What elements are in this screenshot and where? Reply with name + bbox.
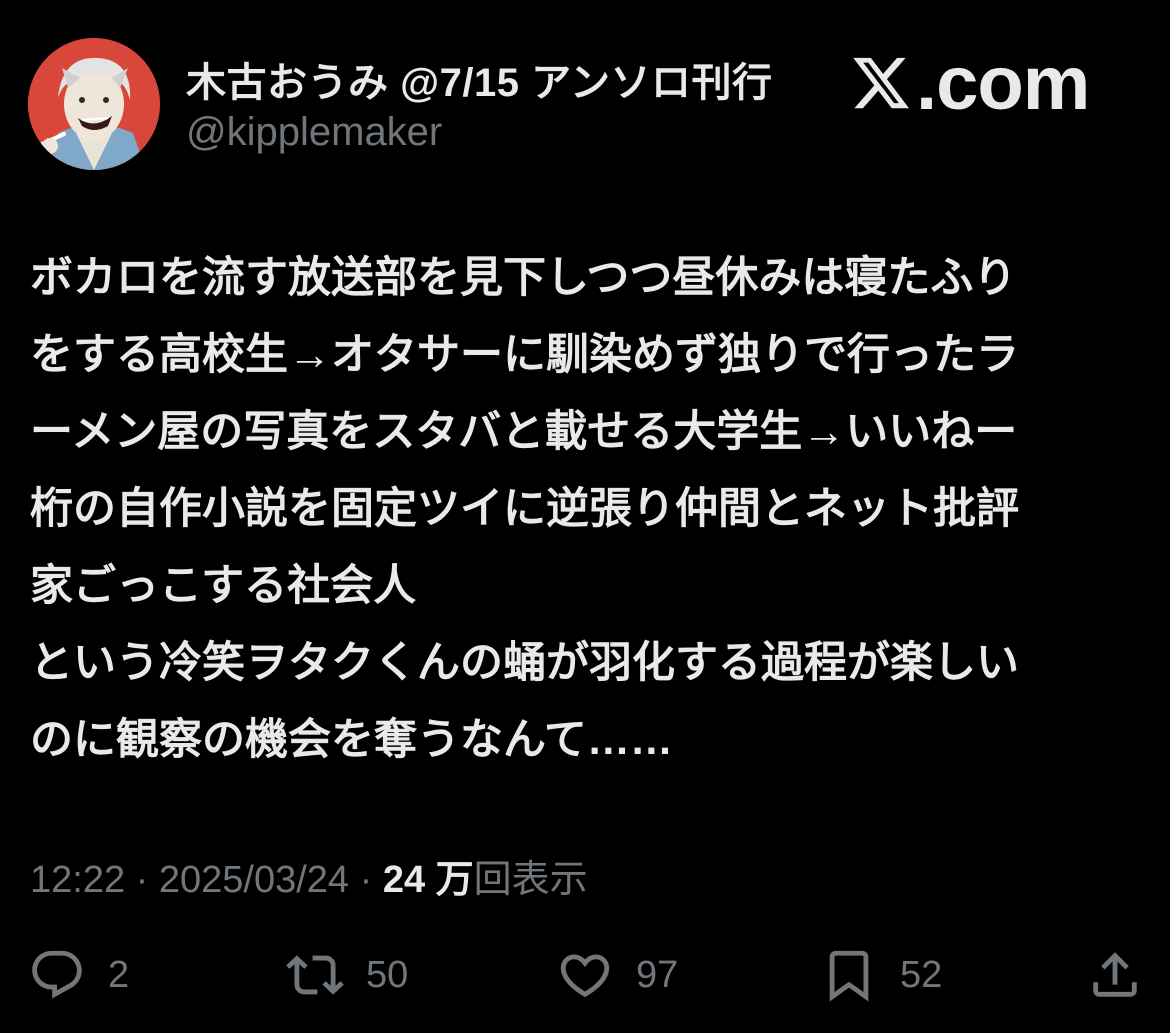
tweet-time[interactable]: 12:22 bbox=[30, 859, 125, 901]
tweet-metadata: 12:22 · 2025/03/24 · 24 万回表示 bbox=[30, 848, 588, 903]
tweet-text-line: という冷笑ヲタクくんの蛹が羽化する過程が楽しい bbox=[30, 639, 1019, 687]
tweet-text: ボカロを流す放送部を見下しつつ昼休みは寝たふり をする高校生→オタサーに馴染めず… bbox=[30, 240, 1140, 779]
reply-count: 2 bbox=[108, 953, 130, 996]
like-button[interactable]: 97 bbox=[556, 940, 678, 1010]
avatar-image bbox=[28, 38, 160, 170]
x-logo-icon bbox=[853, 57, 909, 109]
x-brand-watermark: .com bbox=[850, 38, 1090, 128]
tweet-date[interactable]: 2025/03/24 bbox=[159, 859, 349, 901]
share-button[interactable] bbox=[1086, 940, 1144, 1010]
reply-button[interactable]: 2 bbox=[28, 940, 129, 1010]
reply-icon bbox=[32, 950, 82, 999]
like-count: 97 bbox=[636, 953, 679, 996]
tweet-text-line: をする高校生→オタサーに馴染めず独りで行ったラ bbox=[30, 331, 1019, 379]
retweet-button[interactable]: 50 bbox=[286, 940, 408, 1010]
brand-domain-text: .com bbox=[916, 40, 1090, 126]
views-label: 回表示 bbox=[473, 859, 588, 901]
views-count[interactable]: 24 万 bbox=[383, 859, 474, 901]
tweet-text-line: ーメン屋の写真をスタバと載せる大学生→いいねー bbox=[30, 408, 1018, 456]
bookmark-icon bbox=[829, 950, 869, 1002]
bookmark-button[interactable]: 52 bbox=[820, 940, 942, 1010]
retweet-count: 50 bbox=[366, 953, 409, 996]
retweet-icon bbox=[286, 955, 344, 995]
tweet-text-line: のに観察の機会を奪うなんて…… bbox=[30, 716, 673, 764]
share-icon bbox=[1093, 952, 1137, 997]
heart-icon bbox=[560, 954, 610, 998]
tweet-text-line: 桁の自作小説を固定ツイに逆張り仲間とネット批評 bbox=[30, 485, 1019, 533]
meta-separator: · bbox=[125, 859, 159, 901]
tweet-card: 木古おうみ @7/15 アンソロ刊行 @kipplemaker .com ボカロ… bbox=[0, 0, 1170, 1033]
bookmark-count: 52 bbox=[900, 953, 943, 996]
tweet-text-line: 家ごっこする社会人 bbox=[30, 562, 417, 610]
display-name[interactable]: 木古おうみ @7/15 アンソロ刊行 bbox=[186, 50, 772, 108]
tweet-text-line: ボカロを流す放送部を見下しつつ昼休みは寝たふり bbox=[30, 254, 1017, 302]
avatar[interactable] bbox=[28, 38, 160, 170]
action-bar: 2 50 97 52 bbox=[0, 940, 1170, 1010]
meta-separator: · bbox=[349, 859, 383, 901]
user-handle[interactable]: @kipplemaker bbox=[186, 110, 442, 155]
